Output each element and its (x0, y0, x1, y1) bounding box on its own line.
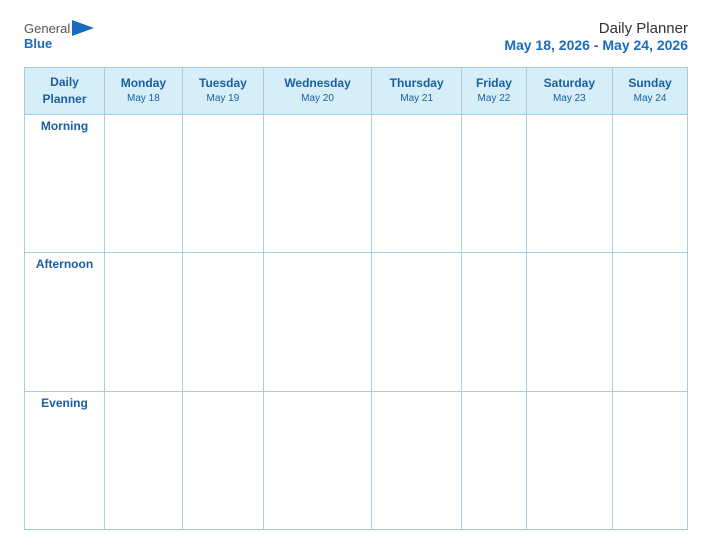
logo-area: General Blue (24, 20, 94, 51)
logo-blue-row: Blue (24, 36, 52, 51)
logo-row: General (24, 20, 94, 36)
table-row-morning: Morning (25, 114, 688, 252)
col-header-thursday: Thursday May 21 (372, 68, 462, 115)
header-label-cell: Daily Planner (25, 68, 105, 115)
saturday-date: May 23 (531, 92, 608, 106)
cell-afternoon-sunday[interactable] (613, 253, 688, 391)
cell-morning-friday[interactable] (462, 114, 526, 252)
table-row-afternoon: Afternoon (25, 253, 688, 391)
cell-morning-wednesday[interactable] (264, 114, 372, 252)
cell-afternoon-tuesday[interactable] (182, 253, 263, 391)
cell-evening-friday[interactable] (462, 391, 526, 529)
date-range: May 18, 2026 - May 24, 2026 (504, 37, 688, 53)
col-header-wednesday: Wednesday May 20 (264, 68, 372, 115)
sunday-name: Sunday (617, 75, 683, 92)
cell-afternoon-wednesday[interactable] (264, 253, 372, 391)
page-header: General Blue Daily Planner May 18, 2026 … (24, 20, 688, 53)
table-row-evening: Evening (25, 391, 688, 529)
row-label-morning: Morning (25, 114, 105, 252)
cell-morning-saturday[interactable] (526, 114, 612, 252)
saturday-name: Saturday (531, 75, 608, 92)
monday-date: May 18 (109, 92, 178, 106)
header-label-daily: Daily Planner (29, 74, 100, 108)
col-header-monday: Monday May 18 (105, 68, 183, 115)
planner-table: Daily Planner Monday May 18 Tuesday May … (24, 67, 688, 530)
cell-morning-thursday[interactable] (372, 114, 462, 252)
logo-icon (72, 20, 94, 36)
thursday-date: May 21 (376, 92, 457, 106)
cell-afternoon-monday[interactable] (105, 253, 183, 391)
col-header-tuesday: Tuesday May 19 (182, 68, 263, 115)
cell-evening-monday[interactable] (105, 391, 183, 529)
cell-morning-monday[interactable] (105, 114, 183, 252)
cell-morning-sunday[interactable] (613, 114, 688, 252)
table-header-row: Daily Planner Monday May 18 Tuesday May … (25, 68, 688, 115)
wednesday-name: Wednesday (268, 75, 367, 92)
logo-blue-text: Blue (24, 36, 52, 51)
cell-evening-wednesday[interactable] (264, 391, 372, 529)
page-title: Daily Planner (504, 20, 688, 37)
title-area: Daily Planner May 18, 2026 - May 24, 202… (504, 20, 688, 53)
tuesday-name: Tuesday (187, 75, 259, 92)
wednesday-date: May 20 (268, 92, 367, 106)
friday-name: Friday (466, 75, 521, 92)
row-label-evening: Evening (25, 391, 105, 529)
monday-name: Monday (109, 75, 178, 92)
row-label-afternoon: Afternoon (25, 253, 105, 391)
cell-afternoon-saturday[interactable] (526, 253, 612, 391)
logo-general-text: General (24, 21, 70, 36)
tuesday-date: May 19 (187, 92, 259, 106)
sunday-date: May 24 (617, 92, 683, 106)
col-header-sunday: Sunday May 24 (613, 68, 688, 115)
cell-evening-thursday[interactable] (372, 391, 462, 529)
col-header-friday: Friday May 22 (462, 68, 526, 115)
cell-evening-tuesday[interactable] (182, 391, 263, 529)
col-header-saturday: Saturday May 23 (526, 68, 612, 115)
cell-evening-saturday[interactable] (526, 391, 612, 529)
cell-afternoon-friday[interactable] (462, 253, 526, 391)
cell-afternoon-thursday[interactable] (372, 253, 462, 391)
friday-date: May 22 (466, 92, 521, 106)
cell-morning-tuesday[interactable] (182, 114, 263, 252)
cell-evening-sunday[interactable] (613, 391, 688, 529)
thursday-name: Thursday (376, 75, 457, 92)
